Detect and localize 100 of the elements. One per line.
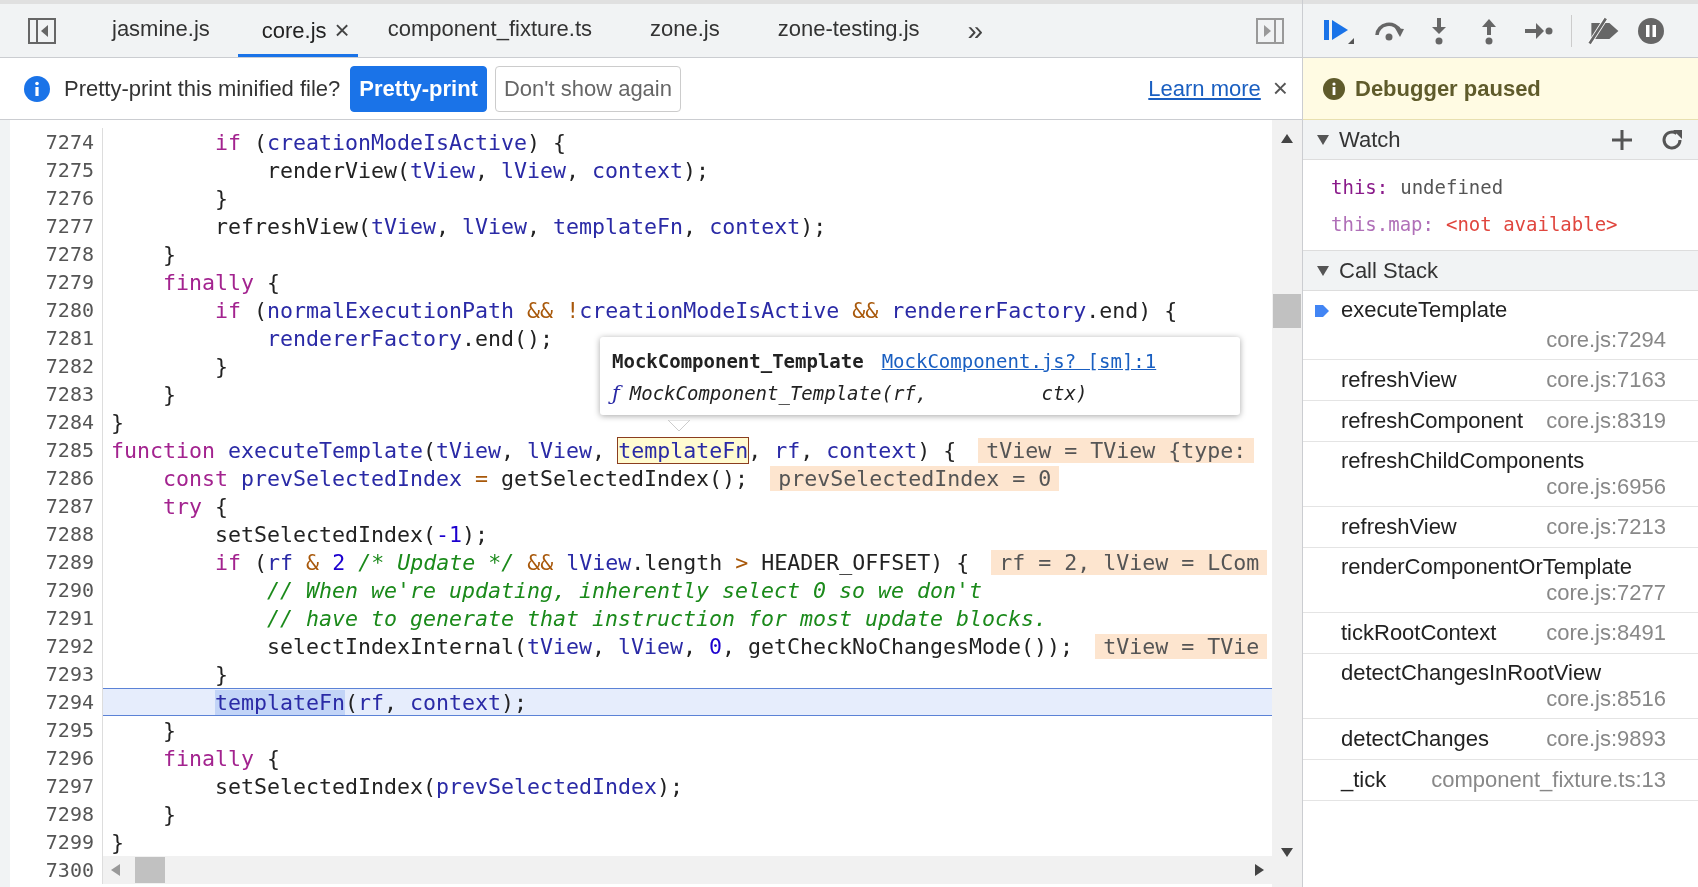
file-tab[interactable]: zone-testing.js [747,4,948,57]
code-identifier: templateFn [553,213,684,239]
watch-section-header[interactable]: Watch [1303,120,1698,160]
call-stack-frame[interactable]: refreshView core.js:7213 [1303,507,1698,548]
code-comment: // When we're updating, inherently select 0 so we don't [267,577,983,603]
close-button[interactable]: × [1272,73,1288,104]
refresh-icon[interactable] [1660,127,1684,152]
code-identifier: creationModeIsActive [267,129,528,155]
sidebar-toggle-icon[interactable] [28,17,56,44]
scrollbar-thumb[interactable] [1273,294,1301,328]
call-stack-section-header[interactable]: Call Stack [1303,251,1698,291]
file-tab[interactable]: component_fixture.ts [357,4,621,57]
code-keyword: const [163,465,229,491]
file-tab[interactable]: core.js × [237,4,358,57]
code-text: ( [254,129,268,155]
code-text: .length [631,549,724,575]
code-text: } [111,409,124,435]
code-text: ); [800,213,827,239]
file-tab[interactable]: jasmine.js [82,4,238,57]
call-stack-frame[interactable]: refreshComponent core.js:8319 [1303,401,1698,442]
info-icon [24,75,50,102]
call-stack-frame[interactable]: detectChangesInRootView core.js:8516 [1303,654,1698,719]
call-stack-frame[interactable]: executeTemplate core.js:7294 [1303,291,1698,360]
code-text: } [163,717,177,743]
popover-title: MockComponent_Template [612,350,864,372]
code-text: ); [657,773,684,799]
code-text: ); [462,521,489,547]
code-operator: = [475,465,489,491]
code-identifier: tView [371,213,437,239]
code-identifier: context [826,437,918,463]
code-text: , getCheckNoChangesMode()); [722,633,1074,659]
code-text: , [800,437,815,463]
info-icon [1323,77,1345,100]
code-text: } [215,661,229,687]
code-text: , [748,437,763,463]
code-text: setSelectedIndex( [215,773,437,799]
add-icon[interactable] [1610,127,1634,152]
sidebar-toggle-icon[interactable] [1256,17,1284,44]
code-text: , [436,213,451,239]
code-text: ); [501,689,528,715]
dont-show-again-button[interactable]: Don't show again [494,65,681,112]
call-stack-frame[interactable]: refreshView core.js:7163 [1303,360,1698,401]
code-text: } [163,801,177,827]
code-keyword: finally [163,745,255,771]
code-operator: > [735,549,749,575]
code-identifier: tView [436,437,502,463]
code-text: } [111,829,124,855]
scroll-right-icon[interactable] [1254,864,1264,876]
code-text: ) { [527,129,567,155]
code-text: .end(); [462,325,554,351]
inline-value: prevSelectedIndex = 0 [770,465,1060,491]
code-text: { [267,269,281,295]
code-number: 0 [709,633,723,659]
learn-more-link[interactable]: Learn more [1148,75,1261,102]
more-tabs-button[interactable]: » [967,14,984,47]
code-identifier: lView [527,437,593,463]
code-operator: && [852,297,879,323]
code-operator: & [306,549,320,575]
code-operator: ! [566,297,580,323]
expand-triangle-icon [1317,265,1329,276]
call-stack-frame[interactable]: tickRootContext core.js:8491 [1303,613,1698,654]
code-identifier: rf [358,689,385,715]
call-stack-frame[interactable]: detectChanges core.js:9893 [1303,719,1698,760]
popover-pointer [668,420,690,431]
close-tab-button[interactable]: × [334,15,350,46]
call-stack-frame[interactable]: renderComponentOrTemplate core.js:7277 [1303,548,1698,613]
code-text: , [592,633,607,659]
code-keyword: finally [163,269,255,295]
code-identifier: prevSelectedIndex [436,773,658,799]
watch-value: undefined [1400,175,1504,198]
code-identifier: lView [566,549,632,575]
section-title: Call Stack [1339,257,1439,284]
scrollbar-thumb[interactable] [135,857,165,883]
call-stack-frame[interactable]: refreshChildComponents core.js:6956 [1303,442,1698,507]
code-text: setSelectedIndex( [215,521,437,547]
code-identifier: context [709,213,801,239]
scroll-up-icon[interactable] [1281,134,1293,144]
code-text: , [527,213,542,239]
source-link[interactable]: MockComponent.js? [sm]:1 [881,350,1157,372]
code-keyword: if [215,297,242,323]
scroll-down-icon[interactable] [1281,847,1293,857]
code-text: ( [345,689,359,715]
code-text: HEADER_OFFSET) { [761,549,970,575]
code-identifier: context [410,689,502,715]
call-stack-frame[interactable]: _tick component_fixture.ts:13 [1303,760,1698,801]
pretty-print-button[interactable]: Pretty-print [350,65,487,112]
inline-value: rf = 2, lView = LCom [991,549,1268,575]
code-text: } [163,381,177,407]
file-tab[interactable]: zone.js [620,4,748,57]
code-identifier: creationModeIsActive [579,297,840,323]
code-identifier: prevSelectedIndex [241,465,463,491]
code-identifier: context [592,157,684,183]
code-identifier: rendererFactory [267,325,463,351]
code-text: { [215,493,229,519]
section-title: Watch [1339,126,1401,153]
code-text: ( [254,549,268,575]
code-text: .end) { [1086,297,1178,323]
pause-icon[interactable] [1636,15,1666,46]
code-text: selectIndexInternal( [267,633,528,659]
code-text: ); [683,157,710,183]
